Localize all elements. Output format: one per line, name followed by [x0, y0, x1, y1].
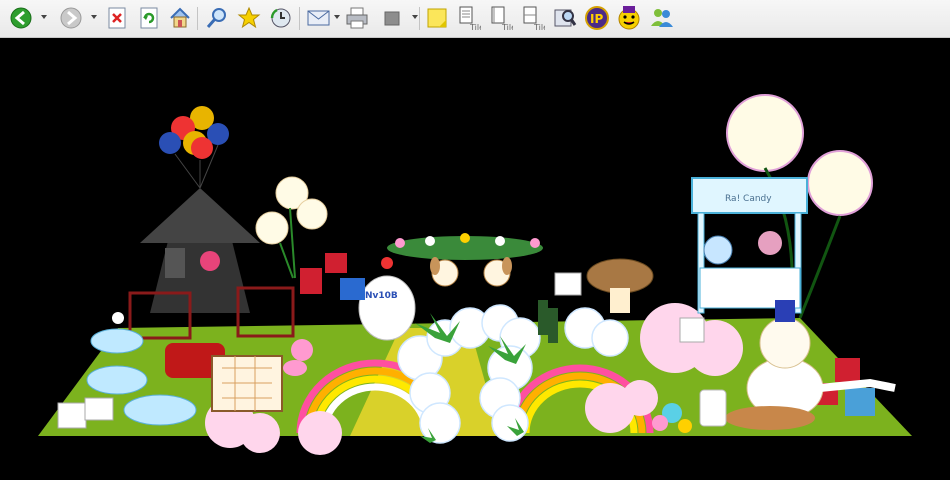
- back-arrow-icon[interactable]: [7, 4, 35, 32]
- candy-jar-icon: Nv10B: [358, 257, 416, 341]
- magnifier-icon[interactable]: [203, 4, 231, 32]
- home-icon[interactable]: [166, 4, 194, 32]
- svg-text:IP: IP: [590, 12, 603, 26]
- svg-text:Tile: Tile: [533, 23, 545, 31]
- star-icon[interactable]: [235, 4, 263, 32]
- page-icon[interactable]: Tile: [487, 4, 515, 32]
- page-icon[interactable]: Tile: [519, 4, 547, 32]
- edit-icon[interactable]: [378, 4, 406, 32]
- history-icon[interactable]: [267, 4, 295, 32]
- mail-dropdown-icon[interactable]: [334, 15, 340, 19]
- balloons-icon: [159, 106, 229, 189]
- forward-arrow-icon[interactable]: [57, 4, 85, 32]
- toolbar-separator: [197, 7, 198, 30]
- research-icon[interactable]: [551, 4, 579, 32]
- sticky-note-icon[interactable]: [423, 4, 451, 32]
- toolbar-separator: [299, 7, 300, 30]
- room-illustration: Nv10B Ra! Candy: [38, 94, 912, 455]
- virtual-room-scene: Nv10B Ra! Candy: [0, 38, 950, 480]
- svg-text:Tile: Tile: [469, 23, 481, 31]
- smiley-icon[interactable]: [615, 4, 643, 32]
- toolbar-separator: [419, 7, 420, 30]
- edit-dropdown-icon[interactable]: [412, 15, 418, 19]
- browser-toolbar: Tile Tile Tile IP: [0, 0, 950, 38]
- haunted-house-icon: [128, 188, 295, 340]
- forward-dropdown-icon[interactable]: [91, 15, 97, 19]
- svg-text:Tile: Tile: [501, 23, 513, 31]
- jar-label: Nv10B: [365, 291, 398, 301]
- flower-garland-icon: [387, 233, 543, 260]
- printer-icon[interactable]: [343, 4, 371, 32]
- cart-sign: Ra! Candy: [725, 194, 772, 204]
- refresh-icon[interactable]: [135, 4, 163, 32]
- white-roses-icon: [255, 176, 328, 279]
- puppy-icon: [430, 257, 512, 287]
- back-dropdown-icon[interactable]: [41, 15, 47, 19]
- mail-icon[interactable]: [305, 4, 333, 32]
- page-icon[interactable]: Tile: [455, 4, 483, 32]
- people-icon[interactable]: [648, 4, 676, 32]
- mushroom-table-icon: [586, 258, 654, 313]
- messenger-icon[interactable]: IP: [583, 4, 611, 32]
- stop-icon[interactable]: [103, 4, 131, 32]
